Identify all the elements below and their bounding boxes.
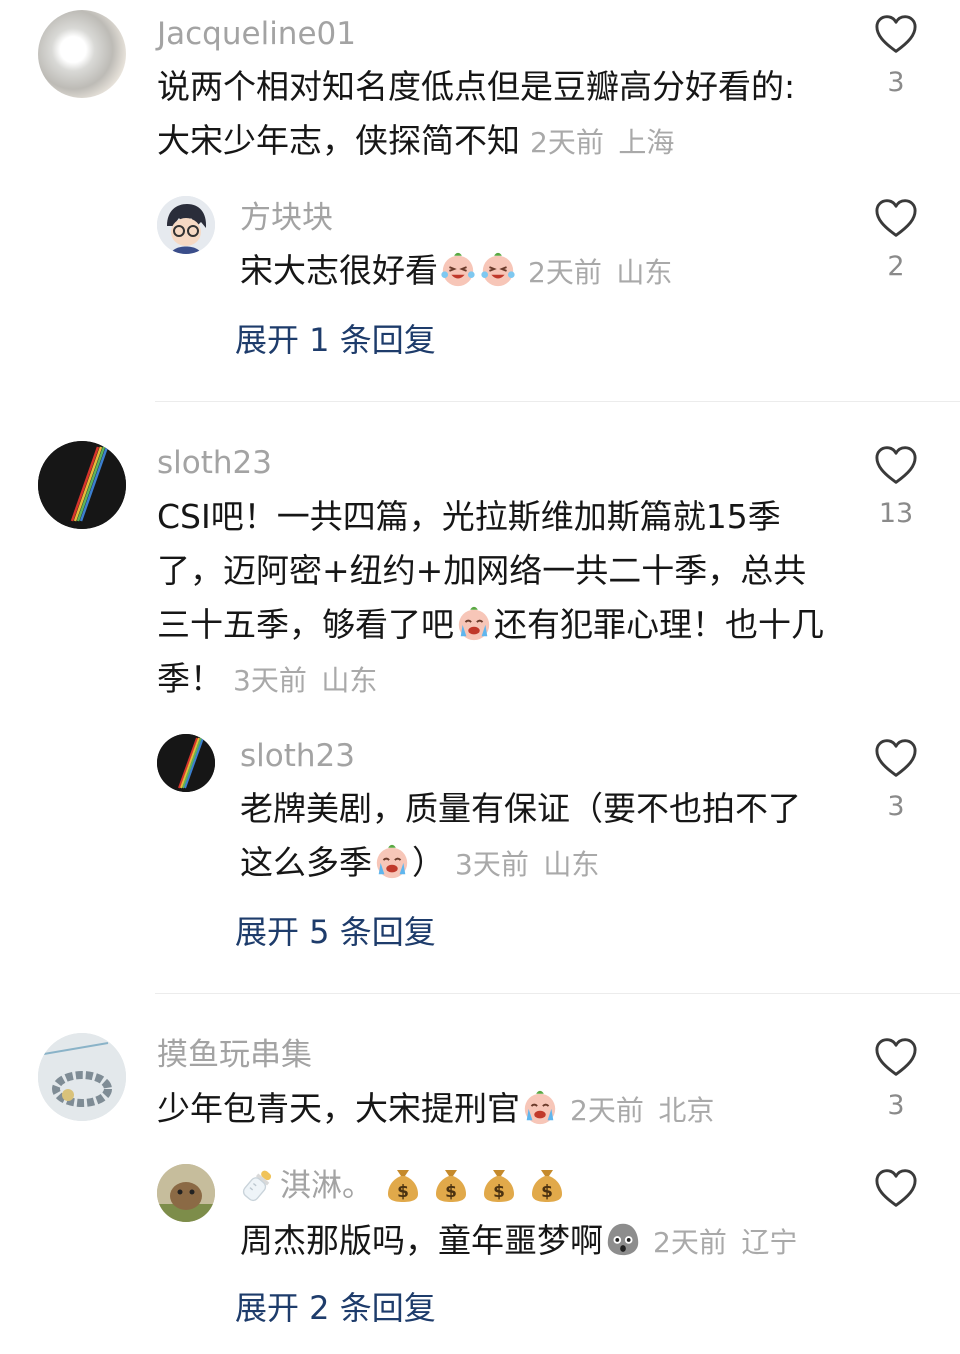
like-button[interactable]: 3: [866, 738, 926, 822]
comment-body: 说两个相对知名度低点但是豆瓣高分好看的:大宋少年志，侠探简不知: [157, 67, 796, 160]
divider: [155, 993, 960, 994]
laugh-cry-emoji-icon: [439, 250, 477, 288]
reply-body-continued: ）: [412, 843, 445, 882]
comment-time: 3天前: [233, 664, 307, 697]
heart-icon: [874, 738, 918, 778]
avatar[interactable]: [157, 734, 215, 792]
money-bag-icon: [481, 1166, 517, 1204]
comment-time: 2天前: [570, 1094, 644, 1127]
username[interactable]: sloth23: [240, 736, 355, 776]
comment-body: 少年包青天，大宋提刑官: [157, 1089, 520, 1128]
divider: [155, 401, 960, 402]
avatar[interactable]: [38, 10, 126, 98]
reply-text: 老牌美剧，质量有保证（要不也拍不了这么多季） 3天前 山东: [240, 782, 810, 892]
like-button[interactable]: [866, 1168, 926, 1208]
reply-text: 宋大志很好看 2天前 山东: [240, 244, 840, 300]
like-count: 3: [887, 1090, 905, 1121]
expand-replies-link[interactable]: 展开 1 条回复: [235, 320, 436, 360]
like-count: 2: [887, 251, 905, 282]
comment-location: 山东: [321, 664, 378, 697]
avatar[interactable]: [157, 196, 215, 254]
username[interactable]: Jacqueline01: [157, 14, 356, 54]
reply-location: 山东: [543, 848, 600, 881]
reply-time: 2天前: [653, 1226, 727, 1259]
avatar-image: [38, 1033, 126, 1121]
crying-emoji-icon: [455, 604, 493, 642]
money-bag-icon: [385, 1166, 421, 1204]
username-row[interactable]: 淇淋。: [240, 1166, 565, 1206]
avatar-image: [157, 1164, 215, 1222]
like-button[interactable]: 2: [866, 198, 926, 282]
username[interactable]: 摸鱼玩串集: [157, 1035, 312, 1075]
avatar-image: [38, 441, 126, 529]
like-count: 13: [878, 498, 914, 529]
crying-emoji-icon: [521, 1088, 559, 1126]
heart-icon: [874, 14, 918, 54]
reply-location: 山东: [616, 256, 673, 289]
username[interactable]: 方块块: [240, 198, 333, 238]
reply-text: 周杰那版吗，童年噩梦啊 2天前 辽宁: [240, 1214, 840, 1270]
like-button[interactable]: 3: [866, 1037, 926, 1121]
avatar-image: [157, 196, 215, 254]
comment-text: 少年包青天，大宋提刑官 2天前 北京: [157, 1082, 827, 1138]
comment-location: 上海: [618, 126, 675, 159]
money-bag-icon: [433, 1166, 469, 1204]
avatar[interactable]: [38, 1033, 126, 1121]
heart-icon: [874, 445, 918, 485]
heart-icon: [874, 198, 918, 238]
like-button[interactable]: 3: [866, 14, 926, 98]
money-bag-icon: [529, 1166, 565, 1204]
expand-replies-link[interactable]: 展开 2 条回复: [235, 1288, 436, 1328]
comment-time: 2天前: [530, 126, 604, 159]
avatar[interactable]: [157, 1164, 215, 1222]
gray-face-emoji-icon: [604, 1220, 642, 1258]
expand-replies-link[interactable]: 展开 5 条回复: [235, 912, 436, 952]
avatar-image: [157, 734, 215, 792]
like-button[interactable]: 13: [866, 445, 926, 529]
like-count: 3: [887, 791, 905, 822]
baby-bottle-icon: [240, 1166, 276, 1204]
heart-icon: [874, 1168, 918, 1208]
reply-body: 宋大志很好看: [240, 251, 438, 290]
comment-location: 北京: [658, 1094, 715, 1127]
username[interactable]: sloth23: [157, 443, 272, 483]
like-count: 3: [887, 67, 905, 98]
reply-time: 3天前: [455, 848, 529, 881]
reply-time: 2天前: [528, 256, 602, 289]
comment-text: 说两个相对知名度低点但是豆瓣高分好看的:大宋少年志，侠探简不知 2天前 上海: [157, 60, 797, 170]
crying-emoji-icon: [373, 842, 411, 880]
comment-text: CSI吧！一共四篇，光拉斯维加斯篇就15季了，迈阿密+纽约+加网络一共二十季，总…: [157, 490, 827, 708]
reply-location: 辽宁: [741, 1226, 798, 1259]
heart-icon: [874, 1037, 918, 1077]
username: 淇淋。: [280, 1168, 373, 1204]
reply-body: 周杰那版吗，童年噩梦啊: [240, 1221, 603, 1260]
avatar[interactable]: [38, 441, 126, 529]
laugh-cry-emoji-icon: [479, 250, 517, 288]
